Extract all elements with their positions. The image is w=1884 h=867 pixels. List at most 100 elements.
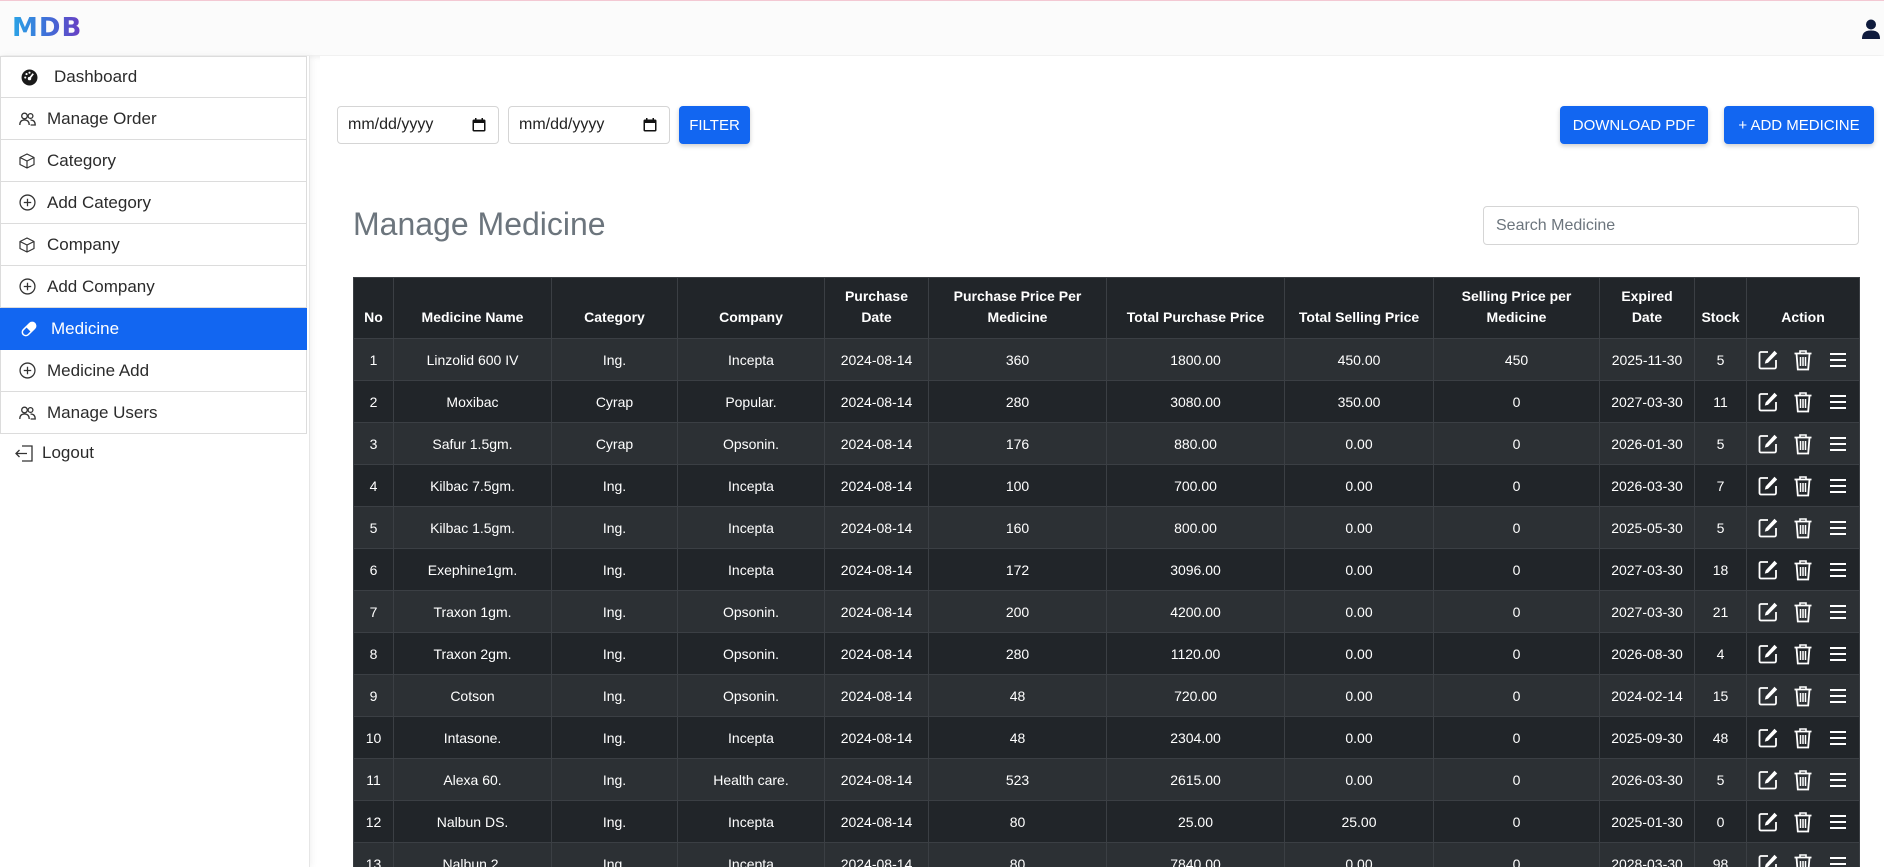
edit-icon[interactable]: [1755, 851, 1781, 867]
menu-icon[interactable]: [1825, 389, 1851, 415]
cell-medicine-name: Intasone.: [393, 716, 552, 759]
edit-icon[interactable]: [1755, 767, 1781, 793]
menu-icon[interactable]: [1825, 767, 1851, 793]
cell-purchase-date: 2024-08-14: [824, 380, 929, 423]
cell-company: Incepta: [677, 800, 825, 843]
column-header-expired-date[interactable]: Expired Date: [1599, 277, 1695, 339]
table-row[interactable]: 5 Kilbac 1.5gm. Ing. Incepta 2024-08-14 160 80…: [353, 506, 1860, 549]
cell-selling-price-per-medicine: 0: [1433, 380, 1600, 423]
edit-icon[interactable]: [1755, 683, 1781, 709]
trash-icon[interactable]: [1790, 725, 1816, 751]
cell-no: 10: [353, 716, 394, 759]
trash-icon[interactable]: [1790, 641, 1816, 667]
trash-icon[interactable]: [1790, 809, 1816, 835]
date-from-input[interactable]: mm/dd/yyyy: [337, 106, 499, 144]
column-header-total-purchase-price[interactable]: Total Purchase Price: [1106, 277, 1285, 339]
trash-icon[interactable]: [1790, 557, 1816, 583]
column-header-stock[interactable]: Stock: [1694, 277, 1747, 339]
sidebar-item-add-company[interactable]: Add Company: [0, 266, 307, 308]
edit-icon[interactable]: [1755, 641, 1781, 667]
table-row[interactable]: 4 Kilbac 7.5gm. Ing. Incepta 2024-08-14 100 70…: [353, 464, 1860, 507]
sidebar-item-label: Logout: [42, 443, 94, 462]
sidebar-item-add-category[interactable]: Add Category: [0, 182, 307, 224]
table-row[interactable]: 13 Nalbun 2. Ing. Incepta 2024-08-14 80 7840.0…: [353, 842, 1860, 867]
cell-selling-price-per-medicine: 0: [1433, 800, 1600, 843]
table-row[interactable]: 1 Linzolid 600 IV Ing. Incepta 2024-08-14 360…: [353, 338, 1860, 381]
filter-button[interactable]: FILTER: [679, 106, 750, 144]
cell-actions: [1746, 758, 1860, 801]
cell-expired-date: 2027-03-30: [1599, 590, 1695, 633]
cell-total-purchase-price: 720.00: [1106, 674, 1285, 717]
column-header-company[interactable]: Company: [677, 277, 825, 339]
sidebar-item-company[interactable]: Company: [0, 224, 307, 266]
cell-expired-date: 2028-03-30: [1599, 842, 1695, 867]
edit-icon[interactable]: [1755, 389, 1781, 415]
column-header-purchase-date[interactable]: Purchase Date: [824, 277, 929, 339]
edit-icon[interactable]: [1755, 473, 1781, 499]
menu-icon[interactable]: [1825, 431, 1851, 457]
table-row[interactable]: 11 Alexa 60. Ing. Health care. 2024-08-14 523…: [353, 758, 1860, 801]
menu-icon[interactable]: [1825, 641, 1851, 667]
menu-icon[interactable]: [1825, 347, 1851, 373]
edit-icon[interactable]: [1755, 599, 1781, 625]
trash-icon[interactable]: [1790, 431, 1816, 457]
menu-icon[interactable]: [1825, 599, 1851, 625]
menu-icon[interactable]: [1825, 557, 1851, 583]
sidebar-item-dashboard[interactable]: Dashboard: [0, 56, 307, 98]
column-header-purchase-price-per-medicine[interactable]: Purchase Price Per Medicine: [928, 277, 1107, 339]
edit-icon[interactable]: [1755, 557, 1781, 583]
menu-icon[interactable]: [1825, 683, 1851, 709]
edit-icon[interactable]: [1755, 725, 1781, 751]
table-row[interactable]: 12 Nalbun DS. Ing. Incepta 2024-08-14 80 25.00…: [353, 800, 1860, 843]
edit-icon[interactable]: [1755, 809, 1781, 835]
column-header-no[interactable]: No: [353, 277, 394, 339]
search-input[interactable]: Search Medicine: [1483, 206, 1859, 245]
table-row[interactable]: 6 Exephine1gm. Ing. Incepta 2024-08-14 172 309…: [353, 548, 1860, 591]
sidebar-item-logout[interactable]: Logout: [0, 434, 307, 472]
cell-actions: [1746, 590, 1860, 633]
trash-icon[interactable]: [1790, 851, 1816, 867]
calendar-icon[interactable]: [472, 118, 486, 132]
table-row[interactable]: 9 Cotson Ing. Opsonin. 2024-08-14 48 720.00 0.0…: [353, 674, 1860, 717]
sidebar-item-medicine[interactable]: Medicine: [0, 308, 307, 350]
trash-icon[interactable]: [1790, 767, 1816, 793]
brand-logo[interactable]: MDB: [12, 13, 82, 43]
menu-icon[interactable]: [1825, 809, 1851, 835]
trash-icon[interactable]: [1790, 515, 1816, 541]
sidebar-item-label: Category: [47, 150, 116, 170]
edit-icon[interactable]: [1755, 347, 1781, 373]
calendar-icon[interactable]: [643, 118, 657, 132]
sidebar-item-medicine-add[interactable]: Medicine Add: [0, 350, 307, 392]
box-icon: [17, 235, 37, 255]
column-header-medicine-name[interactable]: Medicine Name: [393, 277, 552, 339]
trash-icon[interactable]: [1790, 599, 1816, 625]
sidebar-item-manage-users[interactable]: Manage Users: [0, 392, 307, 434]
add-medicine-button[interactable]: + ADD MEDICINE: [1724, 106, 1874, 144]
edit-icon[interactable]: [1755, 515, 1781, 541]
table-row[interactable]: 10 Intasone. Ing. Incepta 2024-08-14 48 2304.0…: [353, 716, 1860, 759]
menu-icon[interactable]: [1825, 725, 1851, 751]
download-pdf-button[interactable]: DOWNLOAD PDF: [1560, 106, 1708, 144]
column-header-selling-price-per-medicine[interactable]: Selling Price per Medicine: [1433, 277, 1600, 339]
user-icon[interactable]: [1862, 19, 1880, 39]
table-row[interactable]: 3 Safur 1.5gm. Cyrap Opsonin. 2024-08-14 176 8…: [353, 422, 1860, 465]
menu-icon[interactable]: [1825, 851, 1851, 867]
trash-icon[interactable]: [1790, 473, 1816, 499]
table-row[interactable]: 8 Traxon 2gm. Ing. Opsonin. 2024-08-14 280 112…: [353, 632, 1860, 675]
sidebar-item-category[interactable]: Category: [0, 140, 307, 182]
trash-icon[interactable]: [1790, 683, 1816, 709]
column-header-category[interactable]: Category: [551, 277, 678, 339]
column-header-total-selling-price[interactable]: Total Selling Price: [1284, 277, 1434, 339]
cell-actions: [1746, 338, 1860, 381]
sidebar-item-manage-order[interactable]: Manage Order: [0, 98, 307, 140]
trash-icon[interactable]: [1790, 389, 1816, 415]
cell-company: Incepta: [677, 464, 825, 507]
table-row[interactable]: 7 Traxon 1gm. Ing. Opsonin. 2024-08-14 200 420…: [353, 590, 1860, 633]
cell-actions: [1746, 464, 1860, 507]
menu-icon[interactable]: [1825, 473, 1851, 499]
table-row[interactable]: 2 Moxibac Cyrap Popular. 2024-08-14 280 3080.0…: [353, 380, 1860, 423]
edit-icon[interactable]: [1755, 431, 1781, 457]
date-to-input[interactable]: mm/dd/yyyy: [508, 106, 670, 144]
menu-icon[interactable]: [1825, 515, 1851, 541]
trash-icon[interactable]: [1790, 347, 1816, 373]
